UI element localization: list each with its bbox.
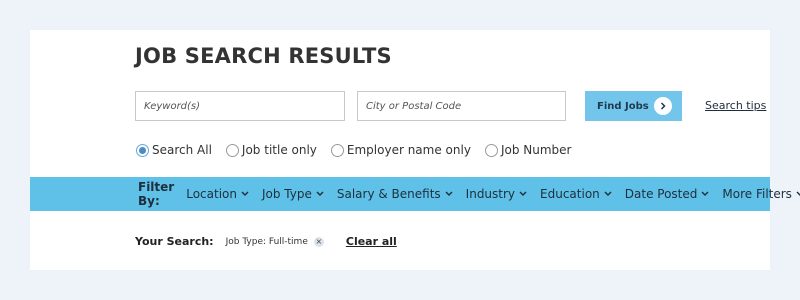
filter-item-label: Salary & Benefits	[336, 187, 441, 201]
chevron-down-icon	[604, 191, 612, 197]
radio-label: Employer name only	[346, 143, 471, 157]
chevron-down-icon	[316, 191, 324, 197]
filter-item-label: Industry	[465, 187, 516, 201]
radio-label: Search All	[152, 143, 212, 157]
radio-job-title-only[interactable]: Job title only	[225, 143, 317, 157]
radio-label: Job Number	[500, 143, 572, 157]
chevron-right-icon	[654, 97, 672, 115]
filter-item-label: More Filters	[722, 187, 792, 201]
search-panel: JOB SEARCH RESULTS Find Jobs Search tips…	[30, 30, 800, 270]
filter-salary-benefits[interactable]: Salary & Benefits	[337, 187, 453, 201]
filter-date-posted[interactable]: Date Posted	[625, 187, 710, 201]
close-icon[interactable]: ×	[313, 236, 324, 247]
radio-indicator	[484, 143, 498, 157]
chevron-down-icon	[701, 191, 709, 197]
your-search-row: Your Search: Job Type: Full-time × Clear…	[135, 235, 397, 248]
chevron-down-icon	[519, 191, 527, 197]
chevron-down-icon	[241, 191, 249, 197]
radio-label: Job title only	[241, 143, 317, 157]
find-jobs-label: Find Jobs	[597, 100, 649, 112]
filter-industry[interactable]: Industry	[466, 187, 527, 201]
radio-job-number[interactable]: Job Number	[484, 143, 572, 157]
page-title: JOB SEARCH RESULTS	[135, 44, 392, 68]
radio-employer-name-only[interactable]: Employer name only	[330, 143, 471, 157]
search-tips-link[interactable]: Search tips	[705, 99, 766, 112]
filter-item-label: Date Posted	[624, 187, 698, 201]
clear-all-link[interactable]: Clear all	[346, 235, 397, 248]
keyword-input[interactable]	[135, 91, 345, 121]
radio-indicator	[136, 143, 149, 157]
filter-bar: Filter By: Location Job Type Salary & Be…	[30, 177, 800, 211]
chevron-down-icon	[445, 191, 453, 197]
filter-job-type[interactable]: Job Type	[262, 187, 324, 201]
filter-by-label: Filter By:	[138, 180, 175, 208]
find-jobs-button[interactable]: Find Jobs	[585, 91, 682, 121]
search-chip-label: Job Type: Full-time	[225, 236, 308, 247]
your-search-label: Your Search:	[135, 235, 214, 248]
radio-indicator	[330, 143, 344, 157]
filter-item-label: Location	[186, 187, 237, 201]
radio-search-all[interactable]: Search All	[136, 143, 212, 157]
filter-item-label: Job Type	[261, 187, 312, 201]
filter-location[interactable]: Location	[186, 187, 249, 201]
chevron-down-icon	[796, 191, 800, 197]
filter-education[interactable]: Education	[540, 187, 612, 201]
filter-item-label: Education	[540, 187, 600, 201]
search-scope-group: Search All Job title only Employer name …	[136, 143, 585, 157]
search-chip: Job Type: Full-time ×	[225, 236, 324, 247]
filter-more-filters[interactable]: More Filters	[722, 187, 800, 201]
radio-indicator	[225, 143, 239, 157]
location-input[interactable]	[357, 91, 566, 121]
